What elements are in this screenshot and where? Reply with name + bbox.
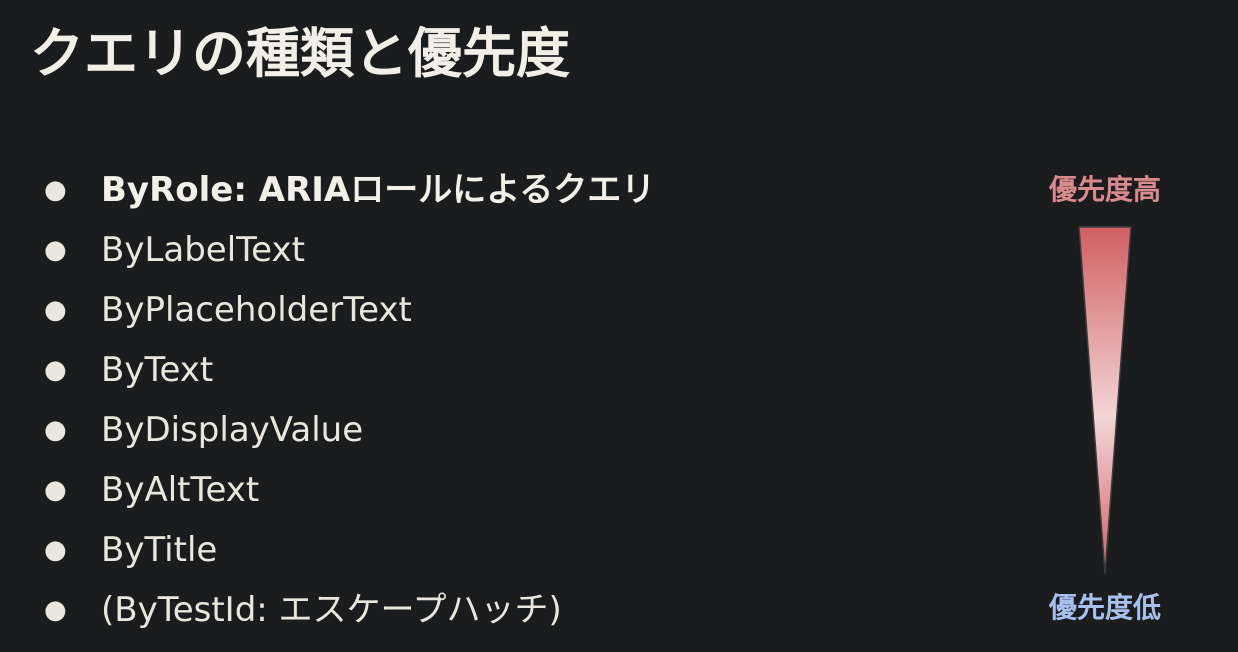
query-label: ByRole: ARIAロールによるクエリ [101,170,656,210]
query-label: ByText [101,350,214,390]
slide: クエリの種類と優先度 ● ByRole: ARIAロールによるクエリ ● ByL… [0,0,1238,652]
bullet-icon: ● [44,415,67,445]
priority-indicator: 優先度高 優先度低 [1010,160,1200,640]
priority-wedge-shape [1078,226,1132,575]
bullet-icon: ● [44,595,67,625]
bullet-icon: ● [44,475,67,505]
bullet-icon: ● [44,295,67,325]
query-label: ByDisplayValue [101,410,364,450]
query-label: ByPlaceholderText [101,290,412,330]
query-label: ByTitle [101,530,218,570]
query-label: (ByTestId: エスケープハッチ) [101,590,562,630]
bullet-icon: ● [44,175,67,205]
priority-low-label: 優先度低 [1048,591,1161,624]
bullet-icon: ● [44,535,67,565]
bullet-icon: ● [44,235,67,265]
slide-title: クエリの種類と優先度 [30,22,570,85]
query-label: ByAltText [101,470,260,510]
priority-high-label: 優先度高 [1048,173,1161,206]
priority-wedge-icon [1078,226,1132,575]
query-label: ByLabelText [101,230,305,270]
bullet-icon: ● [44,355,67,385]
